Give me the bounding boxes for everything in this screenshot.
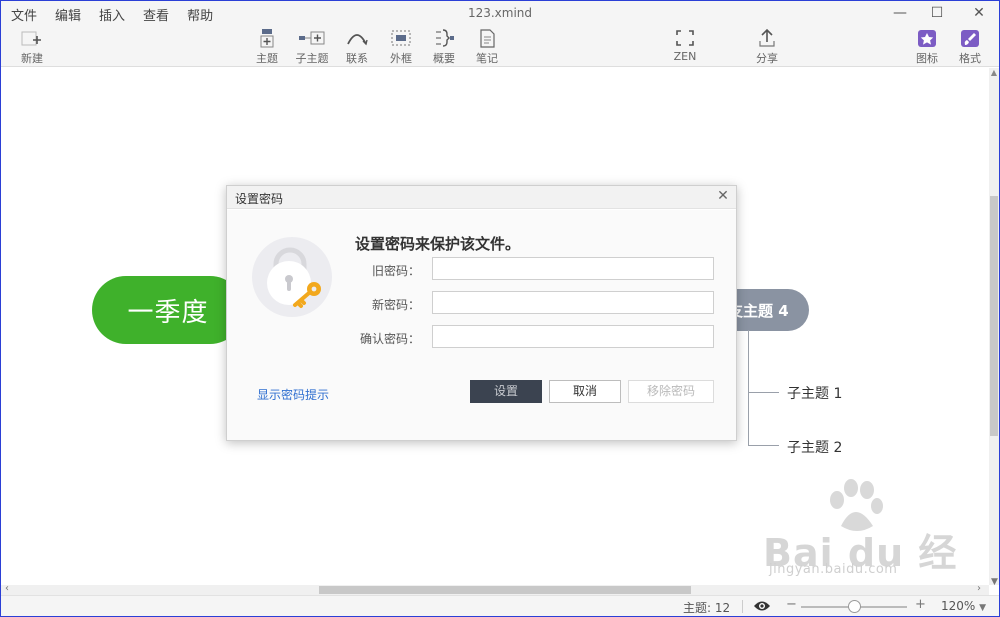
menu-bar: 文件 编辑 插入 查看 帮助 123.xmind — ☐ ✕ bbox=[1, 1, 999, 25]
zen-icon bbox=[676, 30, 694, 46]
main-topic[interactable]: 一季度 bbox=[92, 276, 244, 344]
status-bar: 主题: 12 − + 120% ▼ bbox=[1, 595, 999, 616]
relationship-button[interactable]: 联系 bbox=[345, 28, 369, 66]
vertical-scrollbar[interactable]: ▲ bbox=[989, 68, 999, 585]
new-icon bbox=[21, 31, 41, 46]
brush-icon bbox=[961, 30, 979, 47]
dialog-title: 设置密码 bbox=[235, 192, 284, 206]
boundary-button[interactable]: 外框 bbox=[389, 28, 413, 66]
set-password-dialog: 设置密码 ✕ 设置密码来保护该文件。 旧密码： 新密码： 确认密码： 显示密码提… bbox=[226, 185, 737, 441]
share-button[interactable]: 分享 bbox=[755, 28, 779, 66]
icons-label: 图标 bbox=[916, 52, 938, 65]
close-window-button[interactable]: ✕ bbox=[964, 3, 994, 23]
subtopic-connector-1 bbox=[749, 392, 779, 393]
zoom-level-text: 120% bbox=[941, 599, 976, 613]
vertical-scroll-thumb[interactable] bbox=[990, 196, 998, 436]
confirm-password-label: 确认密码： bbox=[359, 332, 420, 346]
zoom-in-button[interactable]: + bbox=[915, 597, 926, 612]
boundary-icon bbox=[391, 30, 411, 46]
app-window: 文件 编辑 插入 查看 帮助 123.xmind — ☐ ✕ 新建 主题 子主题… bbox=[0, 0, 1000, 617]
horizontal-scrollbar[interactable]: ‹ › bbox=[1, 583, 989, 595]
icons-button[interactable]: 图标 bbox=[915, 28, 939, 66]
maximize-button[interactable]: ☐ bbox=[922, 3, 952, 23]
lock-illustration bbox=[252, 237, 332, 317]
branch-connector bbox=[748, 330, 749, 446]
confirm-password-input[interactable] bbox=[432, 325, 714, 348]
cancel-button[interactable]: 取消 bbox=[549, 380, 621, 403]
format-button[interactable]: 格式 bbox=[958, 28, 982, 66]
new-password-label: 新密码： bbox=[371, 298, 420, 312]
subtopic-connector-2 bbox=[749, 445, 779, 446]
topic-count: 主题: 12 bbox=[683, 601, 731, 615]
remove-password-button[interactable]: 移除密码 bbox=[628, 380, 714, 403]
topic-icon bbox=[260, 29, 274, 48]
new-button[interactable]: 新建 bbox=[19, 28, 45, 66]
notes-button[interactable]: 笔记 bbox=[475, 28, 499, 66]
new-password-input[interactable] bbox=[432, 291, 714, 314]
notes-label: 笔记 bbox=[476, 52, 498, 65]
scroll-right-icon[interactable]: › bbox=[977, 583, 981, 594]
minimize-button[interactable]: — bbox=[885, 3, 915, 23]
lock-key-icon bbox=[267, 247, 321, 308]
status-divider bbox=[742, 600, 743, 613]
dialog-close-button[interactable]: ✕ bbox=[715, 188, 731, 204]
subtopic-label: 子主题 bbox=[295, 52, 329, 65]
zoom-slider-handle[interactable] bbox=[847, 600, 861, 613]
zoom-out-button[interactable]: − bbox=[786, 597, 797, 612]
share-icon bbox=[759, 28, 775, 47]
scroll-up-icon[interactable]: ▲ bbox=[989, 68, 999, 78]
old-password-input[interactable] bbox=[432, 257, 714, 280]
eye-icon[interactable] bbox=[753, 598, 771, 614]
summary-label: 概要 bbox=[433, 52, 455, 65]
scroll-down-icon[interactable]: ▼ bbox=[991, 577, 998, 587]
window-title: 123.xmind bbox=[467, 6, 533, 20]
summary-button[interactable]: 概要 bbox=[432, 28, 456, 66]
toolbar: 新建 主题 子主题 联系 外框 概要 笔记 ZEN 分享 图标 格式 bbox=[1, 25, 999, 67]
subtopic-button[interactable]: 子主题 bbox=[295, 28, 329, 66]
boundary-label: 外框 bbox=[390, 52, 412, 65]
chevron-down-icon: ▼ bbox=[979, 603, 987, 613]
summary-icon bbox=[436, 29, 454, 47]
old-password-label: 旧密码： bbox=[371, 264, 420, 278]
zen-label: ZEN bbox=[673, 50, 697, 63]
new-label: 新建 bbox=[21, 52, 43, 65]
show-password-hint-link[interactable]: 显示密码提示 bbox=[257, 386, 329, 403]
scroll-left-icon[interactable]: ‹ bbox=[5, 583, 9, 594]
topic-label: 主题 bbox=[256, 52, 278, 65]
relationship-label: 联系 bbox=[346, 52, 368, 65]
subtopic-icon bbox=[299, 31, 325, 45]
subtopic-1[interactable]: 子主题 1 bbox=[787, 383, 842, 403]
watermark-url: jingyan.baidu.com bbox=[769, 562, 898, 577]
topic-button[interactable]: 主题 bbox=[255, 28, 279, 66]
subtopic-2[interactable]: 子主题 2 bbox=[787, 437, 842, 457]
format-label: 格式 bbox=[959, 52, 981, 65]
dialog-heading: 设置密码来保护该文件。 bbox=[355, 235, 521, 253]
dialog-header: 设置密码 ✕ bbox=[227, 186, 736, 209]
zoom-level-select[interactable]: 120% ▼ bbox=[941, 599, 986, 613]
set-button[interactable]: 设置 bbox=[470, 380, 542, 403]
zen-button[interactable]: ZEN bbox=[673, 28, 697, 63]
watermark: Bai du 经验 jingyan.baidu.com bbox=[763, 479, 989, 580]
relationship-icon bbox=[347, 34, 368, 46]
star-icon bbox=[918, 30, 936, 47]
share-label: 分享 bbox=[756, 52, 778, 65]
horizontal-scroll-thumb[interactable] bbox=[319, 586, 691, 594]
dialog-body: 设置密码来保护该文件。 旧密码： 新密码： 确认密码： 显示密码提示 设置 取消… bbox=[227, 210, 736, 440]
notes-icon bbox=[480, 29, 495, 48]
